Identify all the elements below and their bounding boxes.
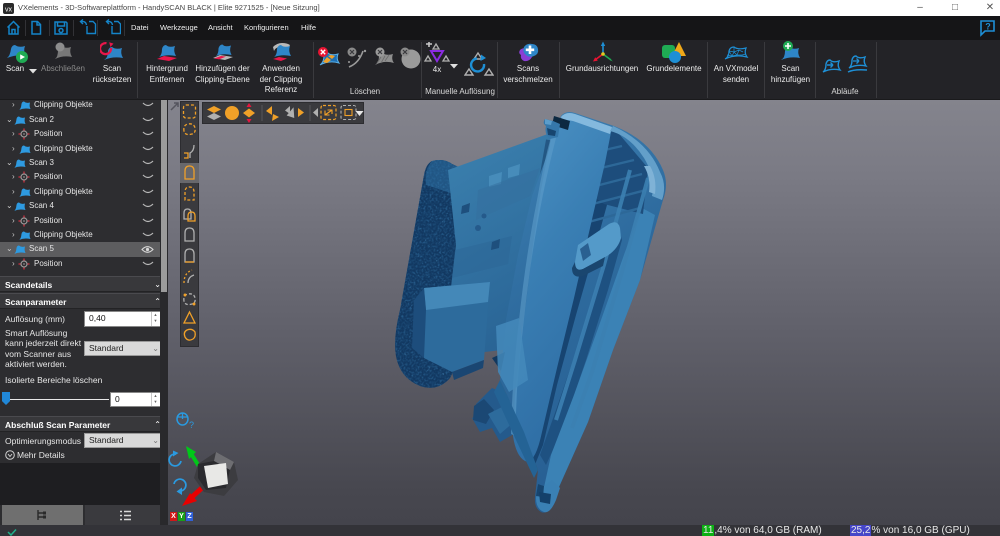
svg-text:?: ? bbox=[189, 420, 194, 430]
svg-text:vx: vx bbox=[5, 6, 13, 13]
svg-text:?: ? bbox=[985, 22, 991, 32]
